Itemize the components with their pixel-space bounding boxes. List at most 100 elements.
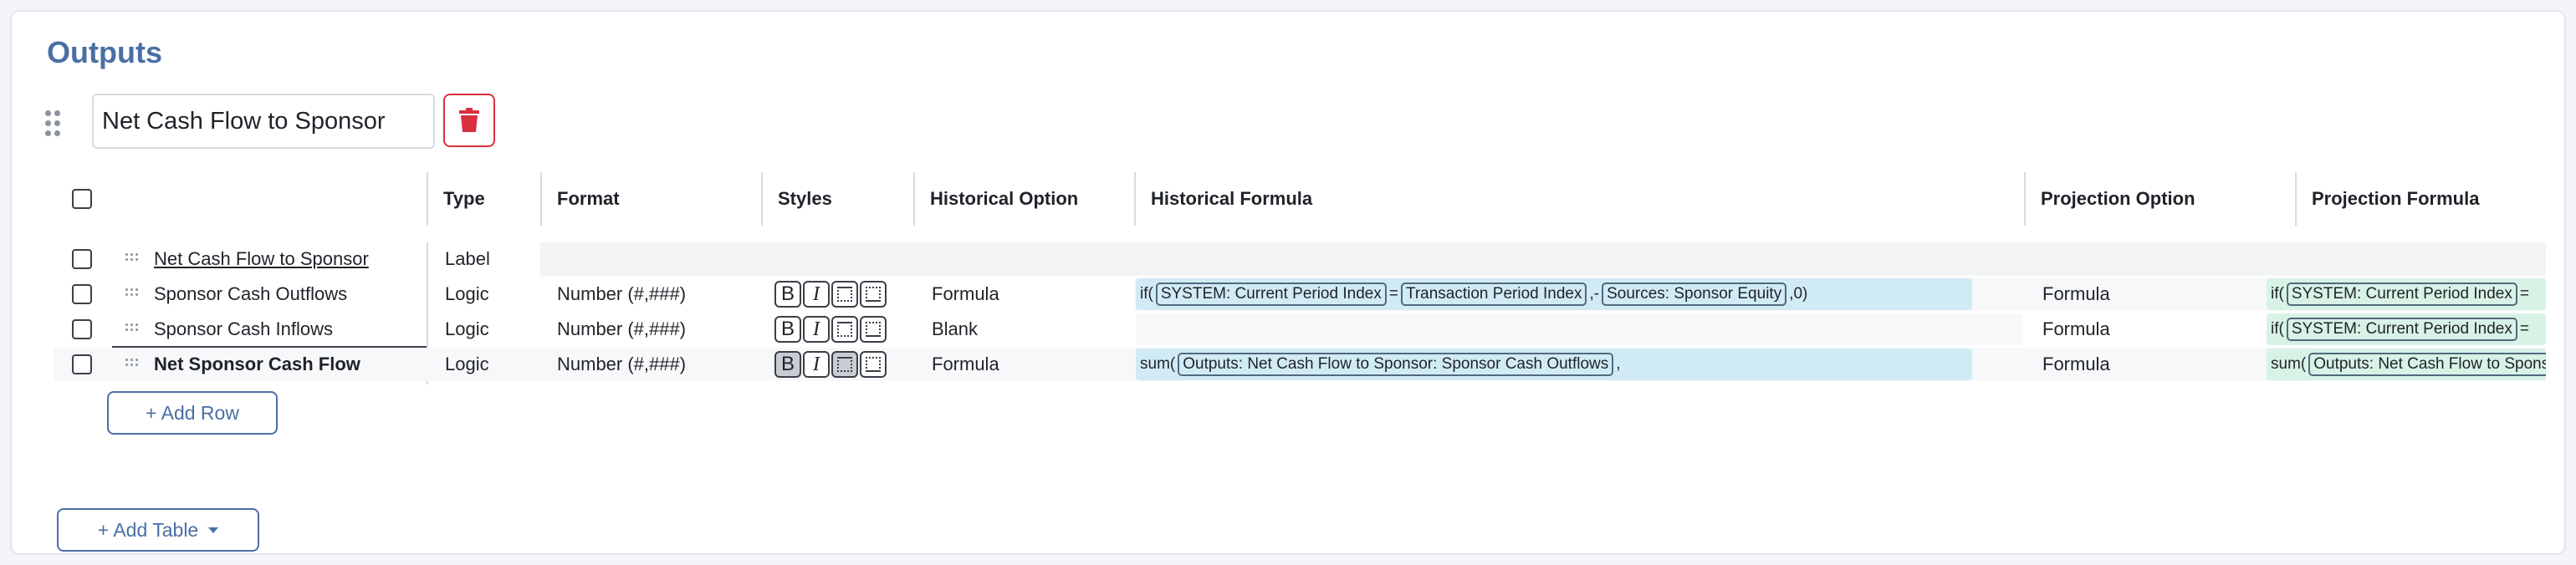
rows-table: Type Format Styles Historical Option His… (54, 171, 2546, 388)
border-top-icon (837, 357, 852, 372)
bold-toggle[interactable]: B (774, 351, 801, 378)
border-bottom-toggle[interactable] (860, 281, 887, 308)
formula-token[interactable]: Sources: Sponsor Equity (1602, 282, 1787, 306)
border-bottom-icon (866, 287, 881, 302)
col-divider (427, 172, 428, 226)
add-table-label: + Add Table (97, 518, 199, 541)
table-drag-handle-icon[interactable] (45, 110, 60, 137)
col-divider (1134, 172, 1136, 226)
historical-formula-field[interactable]: sum( Outputs: Net Cash Flow to Sponsor: … (1136, 349, 1972, 380)
projection-formula-field[interactable]: if( SYSTEM: Current Period Index = (2267, 313, 2546, 345)
bold-icon: B (780, 353, 795, 375)
formula-token[interactable]: SYSTEM: Current Period Index (2286, 282, 2517, 306)
delete-table-button[interactable] (443, 94, 495, 147)
col-divider (2295, 172, 2297, 226)
col-divider (761, 172, 763, 226)
row-drag-handle-icon[interactable] (125, 288, 141, 300)
trash-icon (459, 108, 479, 132)
border-top-icon (837, 322, 852, 337)
border-bottom-icon (866, 322, 881, 337)
col-header-type: Type (443, 188, 485, 209)
formula-text: sum( (2271, 355, 2307, 373)
row-type: Logic (445, 318, 489, 339)
outputs-card: Outputs Type Format Styles Historical Op… (10, 10, 2566, 555)
formula-text: ,0) (1789, 285, 1808, 303)
row-name: Sponsor Cash Outflows (154, 283, 348, 304)
border-top-icon (837, 287, 852, 302)
italic-toggle[interactable]: I (803, 281, 830, 308)
row-historical-option[interactable]: Blank (932, 313, 978, 346)
formula-text: = (1388, 285, 1398, 303)
italic-icon: I (813, 353, 820, 375)
bold-toggle[interactable]: B (774, 281, 801, 308)
formula-text: ,- (1589, 285, 1600, 303)
row-name: Net Cash Flow to Sponsor (154, 248, 369, 269)
formula-token[interactable]: SYSTEM: Current Period Index (1155, 282, 1387, 306)
row-projection-option[interactable]: Formula (2042, 313, 2110, 346)
row-name: Net Sponsor Cash Flow (154, 354, 360, 374)
italic-toggle[interactable]: I (803, 316, 830, 343)
row-checkbox[interactable] (72, 249, 92, 269)
formula-token[interactable]: Transaction Period Index (1400, 282, 1587, 306)
col-header-projection-option: Projection Option (2041, 188, 2195, 209)
bold-toggle[interactable]: B (774, 316, 801, 343)
row-checkbox[interactable] (72, 284, 92, 304)
border-top-toggle[interactable] (831, 281, 858, 308)
add-table-button[interactable]: + Add Table (57, 508, 259, 552)
row-name: Sponsor Cash Inflows (154, 318, 333, 339)
row-projection-option[interactable]: Formula (2042, 348, 2110, 381)
table-name-input[interactable] (92, 94, 435, 149)
row-format[interactable]: Number (#,###) (557, 313, 686, 346)
col-divider (540, 172, 542, 226)
border-bottom-toggle[interactable] (860, 316, 887, 343)
border-top-toggle[interactable] (831, 351, 858, 378)
row-checkbox[interactable] (72, 319, 92, 339)
border-bottom-toggle[interactable] (860, 351, 887, 378)
col-header-historical-option: Historical Option (930, 188, 1079, 209)
row-format[interactable]: Number (#,###) (557, 277, 686, 311)
formula-text: = (2519, 320, 2529, 338)
row-type: Logic (445, 354, 489, 374)
projection-formula-field[interactable]: if( SYSTEM: Current Period Index = (2267, 278, 2546, 310)
row-historical-option[interactable]: Formula (932, 277, 999, 311)
col-header-format: Format (557, 188, 620, 209)
col-header-styles: Styles (778, 188, 832, 209)
border-top-toggle[interactable] (831, 316, 858, 343)
italic-icon: I (813, 282, 820, 305)
formula-text: if( (1140, 285, 1153, 303)
row-historical-option[interactable]: Formula (932, 348, 999, 381)
row-format[interactable]: Number (#,###) (557, 348, 686, 381)
formula-token[interactable]: SYSTEM: Current Period Index (2286, 318, 2517, 341)
row-drag-handle-icon[interactable] (125, 323, 141, 335)
italic-icon: I (813, 318, 820, 340)
formula-token[interactable]: Outputs: Net Cash Flow to Sponsor: Spons… (2308, 353, 2546, 376)
add-row-button[interactable]: + Add Row (107, 391, 278, 435)
formula-text: if( (2271, 320, 2284, 338)
formula-text: = (2519, 285, 2529, 303)
border-bottom-icon (866, 357, 881, 372)
historical-formula-empty[interactable] (1136, 313, 2022, 345)
row-type: Logic (445, 283, 489, 304)
col-header-projection-formula: Projection Formula (2312, 188, 2480, 209)
row-projection-option[interactable]: Formula (2042, 277, 2110, 311)
select-all-checkbox[interactable] (72, 189, 92, 209)
bold-icon: B (780, 282, 795, 305)
col-divider (2024, 172, 2026, 226)
col-divider (913, 172, 915, 226)
table-row (540, 242, 2546, 276)
projection-formula-field[interactable]: sum( Outputs: Net Cash Flow to Sponsor: … (2267, 349, 2546, 380)
bold-icon: B (780, 318, 795, 340)
formula-text: sum( (1140, 355, 1176, 373)
caret-down-icon (208, 527, 219, 533)
historical-formula-field[interactable]: if( SYSTEM: Current Period Index = Trans… (1136, 278, 1972, 310)
row-type: Label (445, 248, 490, 269)
col-header-historical-formula: Historical Formula (1151, 188, 1313, 209)
section-title: Outputs (47, 35, 162, 69)
row-checkbox[interactable] (72, 354, 92, 374)
formula-text: if( (2271, 285, 2284, 303)
formula-text: , (1616, 355, 1621, 373)
italic-toggle[interactable]: I (803, 351, 830, 378)
row-drag-handle-icon[interactable] (125, 253, 141, 265)
formula-token[interactable]: Outputs: Net Cash Flow to Sponsor: Spons… (1178, 353, 1614, 376)
row-drag-handle-icon[interactable] (125, 359, 141, 370)
